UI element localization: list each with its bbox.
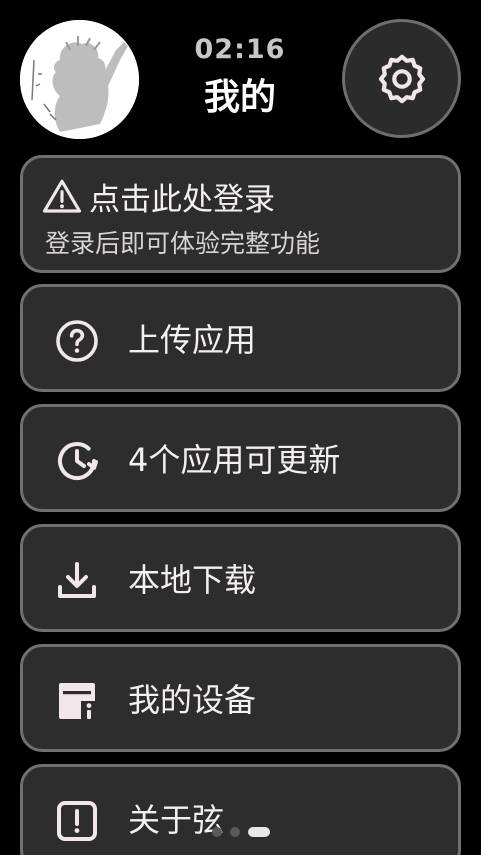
download-icon (58, 562, 96, 598)
page-dot (211, 827, 222, 837)
status-time: 02:16 (194, 34, 286, 65)
device-info-icon (59, 683, 95, 719)
avatar[interactable] (20, 20, 139, 139)
menu-item-label: 上传应用 (128, 321, 257, 359)
menu-item-local-downloads[interactable]: 本地下载 (20, 524, 461, 632)
menu-item-label: 本地下载 (128, 561, 257, 599)
menu-item-label: 4个应用可更新 (128, 441, 341, 479)
page-indicator (0, 826, 481, 838)
menu-item-about[interactable]: 关于弦 (20, 764, 461, 855)
login-title: 点击此处登录 (89, 182, 275, 218)
menu-item-upload-app[interactable]: 上传应用 (20, 284, 461, 392)
my-page-screen: 02:16 我的 点击此处登录 登录后即可体验完整功能 上传应用 4个应用可更新… (0, 0, 481, 855)
login-subtitle: 登录后即可体验完整功能 (45, 229, 321, 258)
gear-icon (378, 54, 425, 103)
menu-item-my-devices[interactable]: 我的设备 (20, 644, 461, 752)
login-title-row: 点击此处登录 (41, 174, 275, 219)
page-dot (229, 827, 240, 837)
page-dot-active (247, 827, 270, 837)
menu-item-app-updates[interactable]: 4个应用可更新 (20, 404, 461, 512)
login-card[interactable]: 点击此处登录 登录后即可体验完整功能 (20, 155, 461, 273)
warning-triangle-icon (42, 179, 82, 213)
menu-item-label: 我的设备 (128, 681, 257, 719)
clock-update-icon (58, 442, 98, 481)
settings-button[interactable] (342, 19, 461, 138)
avatar-image (20, 20, 139, 139)
question-circle-icon (56, 320, 98, 362)
page-title: 我的 (203, 77, 276, 118)
